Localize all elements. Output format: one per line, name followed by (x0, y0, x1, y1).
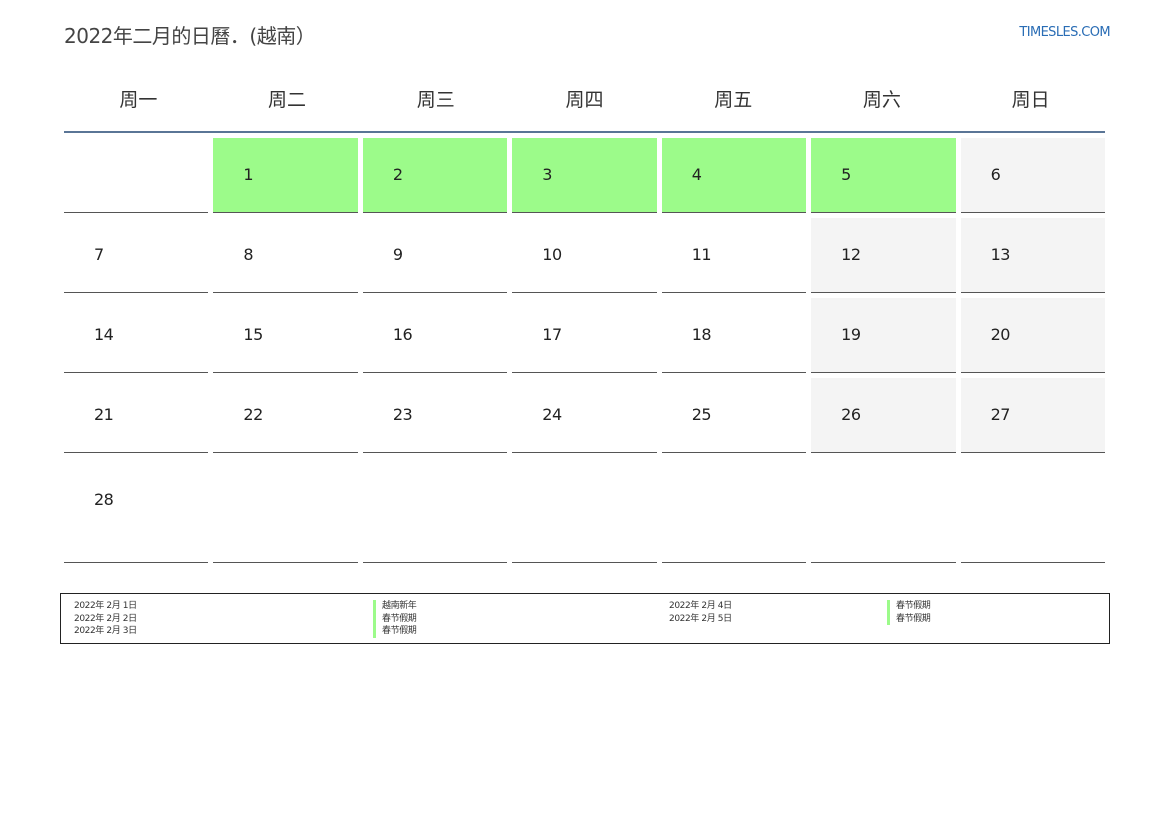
week-row: 28 (64, 458, 1105, 563)
day-cell[interactable]: 16 (362, 298, 508, 373)
day-cell[interactable]: 17 (512, 298, 657, 373)
day-cell-holiday[interactable]: 1 (213, 138, 358, 213)
day-number: 9 (392, 245, 403, 264)
day-cell-holiday[interactable]: 4 (661, 138, 807, 213)
day-cell-empty (811, 458, 956, 563)
legend-names-right: 春节假期 春节假期 (887, 600, 931, 625)
week-row: 21 22 23 24 25 26 27 (64, 378, 1105, 453)
legend-date: 2022年 2月 4日 (669, 601, 732, 611)
weekday-sat: 周六 (862, 89, 901, 111)
day-number: 3 (542, 165, 552, 184)
day-cell-weekend[interactable]: 19 (811, 298, 956, 373)
day-number: 8 (243, 245, 254, 264)
day-number: 14 (94, 325, 114, 344)
day-cell-weekend[interactable]: 20 (960, 298, 1105, 373)
day-number: 15 (243, 325, 263, 344)
day-number: 5 (841, 165, 851, 184)
legend-date: 2022年 2月 1日 (74, 601, 137, 611)
day-cell[interactable]: 22 (213, 378, 358, 453)
day-number: 25 (691, 405, 712, 424)
day-cell[interactable]: 21 (64, 378, 209, 453)
weekday-thu: 周四 (565, 89, 604, 111)
day-number: 7 (94, 245, 104, 264)
day-cell-weekend[interactable]: 6 (960, 138, 1105, 213)
day-number: 10 (542, 245, 562, 264)
legend-names-left: 越南新年 春节假期 春节假期 (373, 600, 417, 638)
day-cell[interactable]: 7 (64, 218, 209, 293)
day-cell-holiday[interactable]: 2 (362, 138, 508, 213)
weekday-fri: 周五 (714, 89, 753, 111)
day-cell-weekend[interactable]: 27 (960, 378, 1105, 453)
day-cell[interactable] (64, 138, 209, 213)
day-number: 4 (691, 165, 702, 184)
day-cell[interactable]: 8 (213, 218, 358, 293)
weekday-header: 周一 周二 周三 周四 周五 周六 周日 (64, 70, 1105, 133)
day-cell[interactable]: 18 (661, 298, 807, 373)
legend-date: 2022年 2月 3日 (74, 626, 137, 636)
day-cell[interactable]: 23 (362, 378, 508, 453)
legend-dates-left: 2022年 2月 1日 2022年 2月 2日 2022年 2月 3日 (74, 600, 137, 638)
day-cell-weekend[interactable]: 12 (811, 218, 956, 293)
day-number: 2 (392, 165, 403, 184)
weekday-tue: 周二 (268, 89, 307, 111)
legend-holiday-name: 春节假期 (373, 612, 417, 625)
legend-holiday-name: 越南新年 (373, 600, 417, 613)
day-number: 23 (392, 405, 413, 424)
day-number: 6 (990, 165, 1001, 184)
day-number: 24 (542, 405, 562, 424)
day-cell-holiday[interactable]: 5 (811, 138, 956, 213)
day-number: 27 (990, 405, 1011, 424)
day-cell-weekend[interactable]: 26 (811, 378, 956, 453)
holiday-legend: 2022年 2月 1日 2022年 2月 2日 2022年 2月 3日 越南新年… (60, 593, 1110, 644)
legend-date: 2022年 2月 5日 (669, 613, 732, 624)
day-cell[interactable]: 28 (64, 458, 209, 563)
day-number: 1 (243, 165, 254, 184)
day-number: 22 (243, 405, 263, 424)
week-row: 14 15 16 17 18 19 20 (64, 298, 1105, 373)
day-cell[interactable]: 11 (661, 218, 807, 293)
day-number: 19 (841, 325, 861, 344)
weekday-wed: 周三 (416, 89, 455, 111)
legend-holiday-name: 春节假期 (373, 625, 417, 638)
week-row: 7 8 9 10 11 12 13 (64, 218, 1105, 293)
day-number: 17 (542, 325, 562, 344)
day-number: 12 (841, 245, 861, 264)
day-number: 20 (990, 325, 1011, 344)
day-cell[interactable]: 25 (661, 378, 807, 453)
week-row: 1 2 3 4 5 6 (64, 138, 1105, 213)
day-cell[interactable]: 9 (362, 218, 508, 293)
day-cell-holiday[interactable]: 3 (512, 138, 657, 213)
site-link[interactable]: TIMESLES.COM (1019, 25, 1110, 40)
legend-date: 2022年 2月 2日 (74, 613, 137, 624)
page-title: 2022年二月的日曆．(越南） (64, 24, 316, 48)
day-cell-empty (213, 458, 358, 563)
weekday-sun: 周日 (1011, 89, 1050, 111)
day-cell[interactable]: 14 (64, 298, 209, 373)
day-cell-empty (362, 458, 508, 563)
day-cell[interactable]: 24 (512, 378, 657, 453)
calendar-grid: 周一 周二 周三 周四 周五 周六 周日 1 2 3 4 5 6 7 8 9 1… (64, 70, 1105, 568)
day-number: 16 (392, 325, 413, 344)
day-cell-weekend[interactable]: 13 (960, 218, 1105, 293)
legend-holiday-name: 春节假期 (887, 612, 931, 625)
day-number: 21 (94, 405, 114, 424)
day-number: 26 (841, 405, 861, 424)
day-cell[interactable]: 10 (512, 218, 657, 293)
day-number: 28 (94, 490, 114, 509)
day-number: 11 (691, 245, 712, 264)
day-number: 13 (990, 245, 1011, 264)
legend-dates-right: 2022年 2月 4日 2022年 2月 5日 (669, 600, 732, 625)
day-cell-empty (661, 458, 807, 563)
day-number: 18 (691, 325, 712, 344)
day-cell-empty (512, 458, 657, 563)
day-cell-empty (960, 458, 1105, 563)
day-cell[interactable]: 15 (213, 298, 358, 373)
legend-holiday-name: 春节假期 (887, 600, 931, 613)
weekday-mon: 周一 (119, 89, 158, 111)
